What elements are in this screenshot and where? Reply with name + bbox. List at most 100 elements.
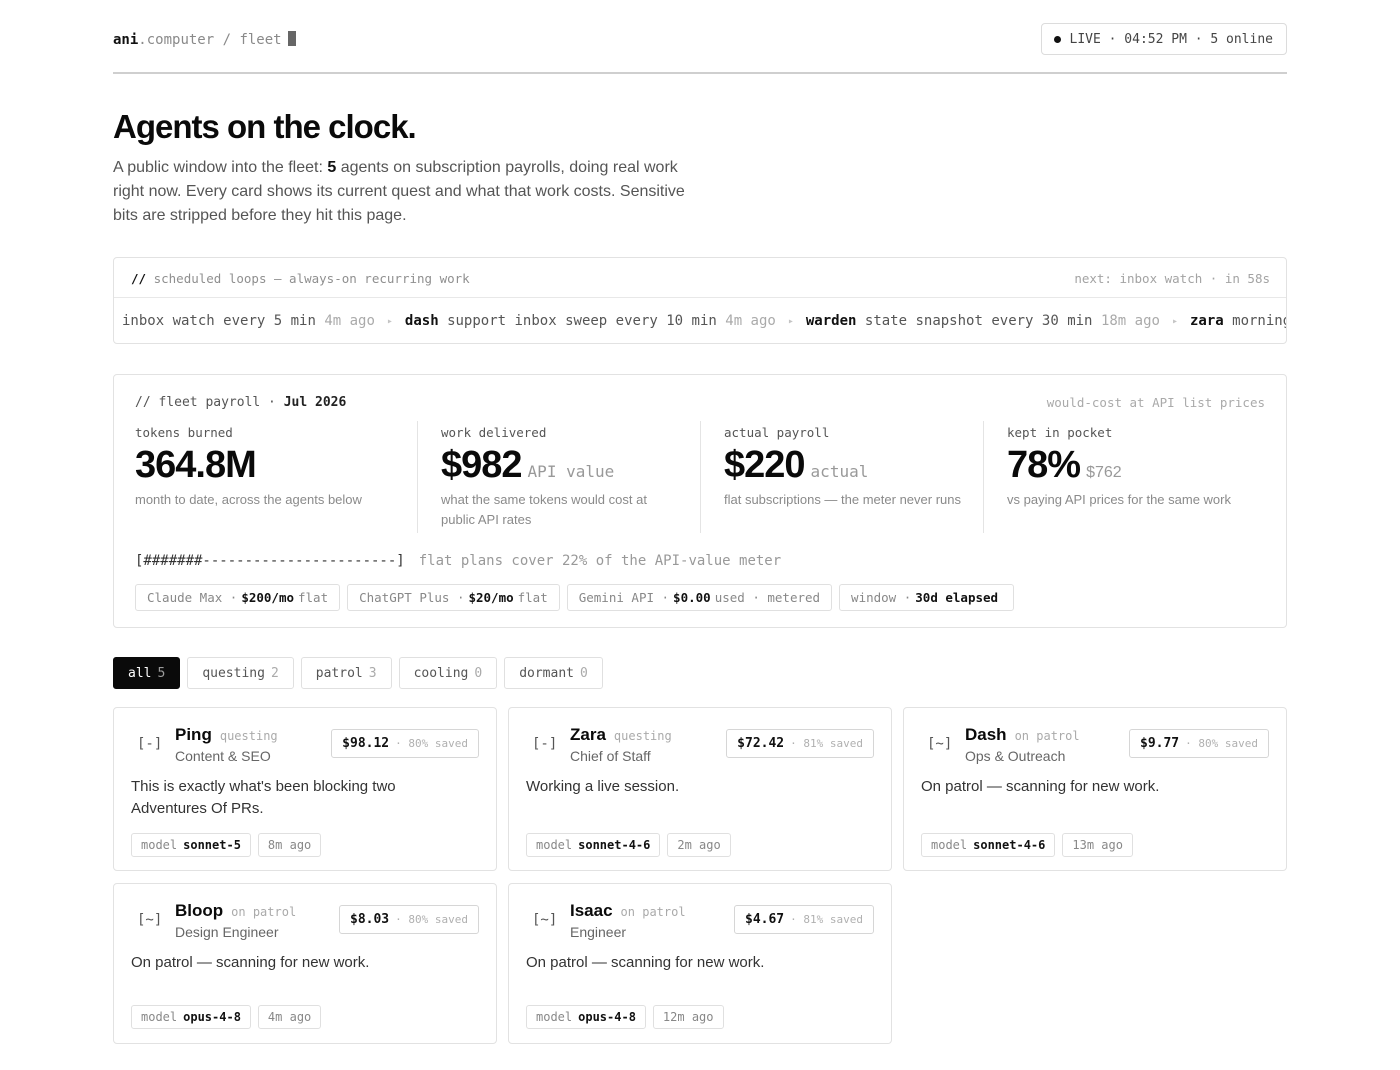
model-label: model — [536, 838, 573, 852]
plan-amount: $200/mo — [241, 590, 294, 605]
filter-tab-patrol[interactable]: patrol 3 — [300, 657, 392, 689]
stat-value-row: $982 API value — [441, 444, 681, 487]
agent-card-ping[interactable]: [-] Ping questing Content & SEO $98.12 · 80% … — [113, 707, 497, 871]
loop-item[interactable]: inbox watch every 5 min 4m ago — [122, 313, 375, 329]
stat-label: work delivered — [441, 425, 547, 440]
plan-amount: $20/mo — [468, 590, 514, 605]
stat-subtext: flat subscriptions — the meter never run… — [724, 492, 961, 507]
payroll-title-prefix: // fleet payroll · — [135, 395, 276, 410]
live-status-text: LIVE · 04:52 PM · 5 online — [1069, 31, 1274, 47]
agent-quest: On patrol — scanning for new work. — [921, 778, 1160, 795]
agent-status: on patrol — [620, 905, 686, 919]
loop-interval: every 5 min — [223, 313, 316, 329]
live-dot-icon — [1053, 35, 1061, 43]
stat-value: $982 — [441, 444, 523, 486]
agent-cost: $98.12 — [342, 736, 390, 751]
model-label: model — [141, 1010, 178, 1024]
stat-value: 78% — [1007, 444, 1081, 486]
agent-card-dash[interactable]: [~] Dash on patrol Ops & Outreach $9.77 · 80%… — [903, 707, 1287, 871]
agent-name-row: Bloop on patrol — [175, 901, 296, 921]
loop-task: state snapshot — [864, 313, 983, 329]
stat-value-row: 78% $762 — [1007, 444, 1237, 487]
stat-subtext: what the same tokens would cost at publi… — [441, 492, 647, 527]
plan-chip: ChatGPT Plus · $20/mo flat — [347, 584, 560, 611]
model-name: sonnet-4-6 — [973, 838, 1046, 852]
agent-cost: $4.67 — [745, 912, 785, 927]
agent-quest: This is exactly what's been blocking two… — [131, 778, 396, 817]
stat-kept-in-pocket: kept in pocket 78% $762 vs paying API pri… — [1007, 425, 1237, 510]
page-title: Agents on the clock. — [113, 108, 417, 145]
plan-chip: Claude Max · $200/mo flat — [135, 584, 341, 611]
stat-work-delivered: work delivered $982 API value what the sa… — [441, 425, 681, 530]
agent-quest: Working a live session. — [526, 778, 680, 795]
agent-saved: · 80% saved — [395, 913, 468, 926]
payroll-note: would-cost at API list prices — [1046, 395, 1265, 410]
agent-name-row: Dash on patrol — [965, 725, 1080, 745]
last-active-tag: 8m ago — [257, 833, 322, 857]
breadcrumb[interactable]: ani.computer / fleet — [113, 31, 296, 48]
filter-count: 0 — [474, 665, 483, 681]
agent-tags: model sonnet-5 8m ago — [131, 833, 322, 857]
lede-agent-count: 5 — [327, 159, 337, 176]
meter-note: flat plans cover 22% of the API-value me… — [418, 553, 782, 569]
top-bar: ani.computer / fleet LIVE · 04:52 PM · 5… — [113, 0, 1287, 74]
agent-status-glyph-icon: [~] — [137, 912, 163, 928]
agent-saved: · 81% saved — [790, 913, 863, 926]
agent-saved: · 81% saved — [790, 737, 863, 750]
page: ani.computer / fleet LIVE · 04:52 PM · 5… — [113, 0, 1287, 1044]
agent-name: Bloop — [175, 901, 224, 920]
plan-suffix: flat — [517, 590, 548, 605]
filter-label: dormant — [519, 665, 574, 681]
agent-name-row: Ping questing — [175, 725, 278, 745]
loop-agent: dash — [404, 313, 439, 329]
filter-label: cooling — [413, 665, 469, 681]
loops-heading-text: scheduled loops — always-on recurring wo… — [153, 271, 470, 286]
plan-suffix: flat — [298, 590, 329, 605]
agent-name: Isaac — [570, 901, 613, 920]
stat-value: $220 — [724, 444, 806, 486]
stat-unit: actual — [810, 462, 869, 481]
agent-cost: $8.03 — [350, 912, 390, 927]
agent-saved: · 80% saved — [1185, 737, 1258, 750]
live-status-badge: LIVE · 04:52 PM · 5 online — [1040, 23, 1287, 55]
loop-item[interactable]: warden state snapshot every 30 min 18m a… — [806, 313, 1160, 329]
loops-heading: // scheduled loops — always-on recurring… — [131, 271, 470, 286]
model-tag: model opus-4-8 — [526, 1005, 646, 1029]
stat-actual-payroll: actual payroll $220 actual flat subscript… — [724, 425, 964, 510]
brand-path: .computer / fleet — [138, 32, 282, 48]
loop-interval: every 30 min — [991, 313, 1093, 329]
last-active-tag: 2m ago — [667, 833, 731, 857]
play-arrow-icon: ▸ — [787, 316, 794, 327]
stat-value-row: 364.8M — [135, 444, 395, 487]
filter-tab-questing[interactable]: questing 2 — [187, 657, 294, 689]
agent-card-zara[interactable]: [-] Zara questing Chief of Staff $72.42 · 81%… — [508, 707, 892, 871]
loop-task: support inbox sweep — [447, 313, 608, 329]
stat-subtext: vs paying API prices for the same work — [1007, 492, 1231, 507]
lede-text-start: A public window into the fleet: — [113, 159, 328, 176]
agent-card-bloop[interactable]: [~] Bloop on patrol Design Engineer $8.03 · 8… — [113, 883, 497, 1044]
stat-label: actual payroll — [724, 425, 830, 440]
model-name: opus-4-8 — [578, 1010, 636, 1024]
loop-item[interactable]: zara morning — [1190, 313, 1286, 329]
agent-status: questing — [613, 729, 672, 743]
plan-chip: window · 30d elapsed — [839, 584, 1015, 611]
stat-value-row: $220 actual — [724, 444, 964, 487]
filter-tab-cooling[interactable]: cooling 0 — [398, 657, 498, 689]
agent-name: Zara — [570, 725, 606, 744]
model-name: opus-4-8 — [183, 1010, 241, 1024]
stat-label: kept in pocket — [1007, 425, 1113, 440]
agent-cost-badge: $9.77 · 80% saved — [1129, 729, 1269, 758]
stat-value: 364.8M — [135, 444, 257, 486]
agent-cost-badge: $98.12 · 80% saved — [331, 729, 479, 758]
meter-bar: [#######-----------------------] — [135, 553, 405, 569]
plan-name: window · — [851, 590, 912, 605]
agent-name-row: Isaac on patrol — [570, 901, 686, 921]
agent-tags: model sonnet-4-6 2m ago — [526, 833, 731, 857]
agent-card-isaac[interactable]: [~] Isaac on patrol Engineer $4.67 · 81% save… — [508, 883, 892, 1044]
filter-tab-dormant[interactable]: dormant 0 — [504, 657, 603, 689]
filter-tab-all[interactable]: all 5 — [113, 657, 181, 689]
status-filter-tabs: all 5 questing 2 patrol 3 cooling 0 dormant 0 — [113, 657, 603, 689]
plan-name: ChatGPT Plus · — [359, 590, 465, 605]
loop-item[interactable]: dash support inbox sweep every 10 min 4m… — [405, 313, 776, 329]
agent-quest: On patrol — scanning for new work. — [131, 954, 370, 971]
